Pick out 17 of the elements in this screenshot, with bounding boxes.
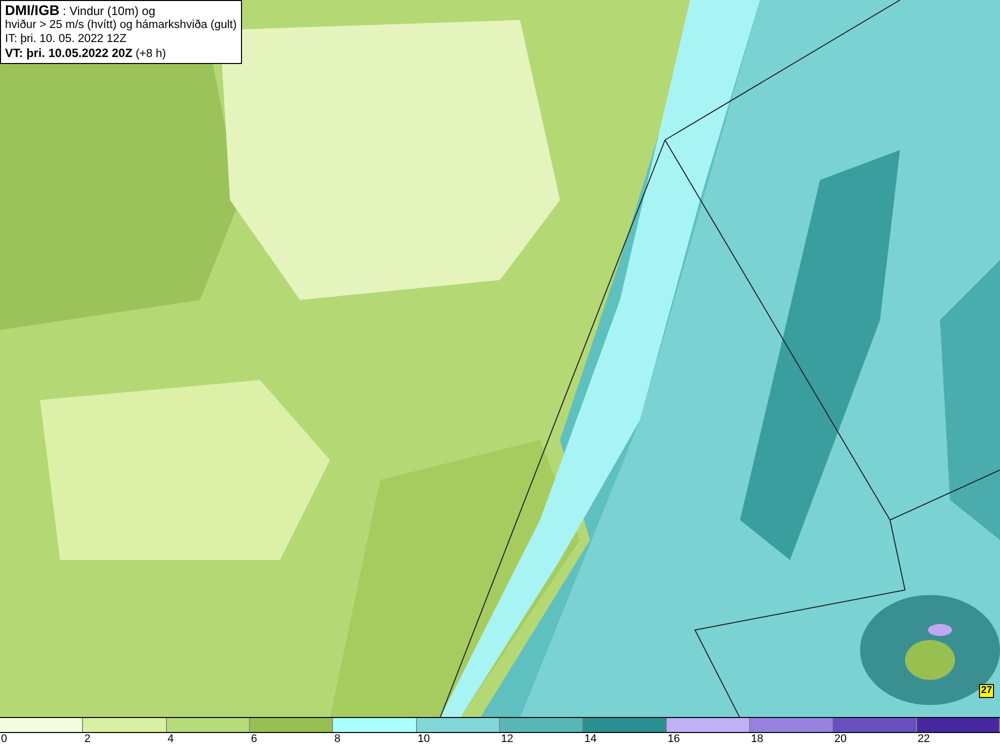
title-line: IT: þri. 10. 05. 2022 12Z <box>5 32 128 46</box>
legend-label: 16 <box>666 733 680 746</box>
legend-label: 0 <box>0 733 8 746</box>
legend-label: 22 <box>916 733 930 746</box>
legend-label: 14 <box>583 733 597 746</box>
legend-label: 10 <box>416 733 430 746</box>
legend-label: 2 <box>83 733 90 746</box>
max-gust-label: 27 <box>979 684 994 698</box>
legend-label: 4 <box>166 733 174 746</box>
legend-label: 18 <box>750 733 764 746</box>
title-line: DMI/IGB : Vindur (10m) og <box>5 3 156 18</box>
legend-label: 20 <box>833 733 847 746</box>
legend-label: 6 <box>250 733 258 746</box>
title-line: VT: þri. 10.05.2022 20Z (+8 h) <box>5 46 167 61</box>
title-line: hviður > 25 m/s (hvítt) og hámarkshviða (gult) <box>5 18 237 32</box>
legend-label: 12 <box>500 733 514 746</box>
legend-label: 8 <box>333 733 340 746</box>
